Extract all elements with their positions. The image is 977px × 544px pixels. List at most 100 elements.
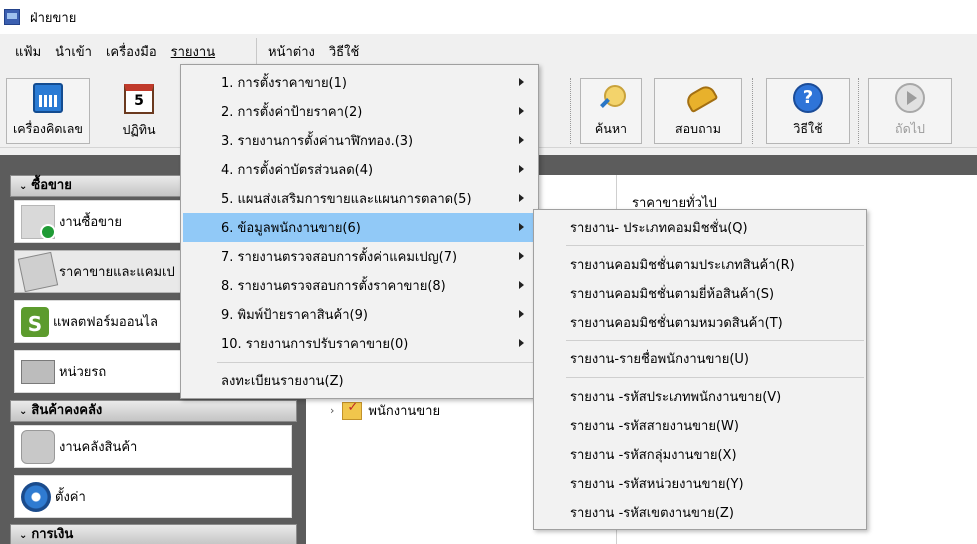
submenu-item-sales-group-code[interactable]: รายงาน -รหัสกลุ่มงานขาย(X) [536, 440, 864, 469]
calculator-button[interactable]: เครื่องคิดเลข [6, 78, 90, 144]
menu-item-price-adjustment[interactable]: 10. รายงานการปรับราคาขาย(0) [183, 329, 536, 358]
collapse-icon: ⌄ [19, 406, 28, 417]
menu-item-label: 7. รายงานตรวจสอบการตั้งค่าแคมเปญ(7) [221, 250, 458, 265]
calendar-label: ปฏิทิน [122, 122, 156, 137]
menu-import[interactable]: นำเข้า [48, 41, 99, 65]
inquiry-label: สอบถาม [675, 121, 721, 136]
menu-separator [566, 245, 864, 246]
collapse-icon: ⌄ [19, 181, 28, 192]
title-bar: ฝ่ายขาย [0, 0, 977, 34]
sidebar-item-label: ราคาขายและแคมเป [59, 265, 175, 280]
submenu-item-commission-type[interactable]: รายงาน- ประเภทคอมมิชชั่น(Q) [536, 213, 864, 242]
menu-item-label: 4. การตั้งค่าบัตรส่วนลด(4) [221, 163, 374, 178]
menu-item-label: 6. ข้อมูลพนักงานขาย(6) [221, 221, 361, 236]
submenu-item-commission-by-category[interactable]: รายงานคอมมิชชั่นตามประเภทสินค้า(R) [536, 250, 864, 279]
submenu-item-salesperson-list[interactable]: รายงาน-รายชื่อพนักงานขาย(U) [536, 344, 864, 373]
menu-item-promotion-plan[interactable]: 5. แผนส่งเสริมการขายและแผนการตลาด(5) [183, 184, 536, 213]
menu-item-print-price-tag[interactable]: 9. พิมพ์ป้ายราคาสินค้า(9) [183, 300, 536, 329]
menu-item-price-audit[interactable]: 8. รายงานตรวจสอบการตั้งราคาขาย(8) [183, 271, 536, 300]
menu-item-label: 5. แผนส่งเสริมการขายและแผนการตลาด(5) [221, 192, 472, 207]
sidebar-item-label: งานคลังสินค้า [59, 440, 138, 455]
submenu-arrow-icon [519, 252, 524, 260]
submenu-item-sales-zone-code[interactable]: รายงาน -รหัสเขตงานขาย(Z) [536, 498, 864, 527]
submenu-arrow-icon [519, 223, 524, 231]
submenu-item-salesperson-type-code[interactable]: รายงาน -รหัสประเภทพนักงานขาย(V) [536, 382, 864, 411]
truck-icon [21, 359, 55, 384]
submenu-item-sales-line-code[interactable]: รายงาน -รหัสสายงานขาย(W) [536, 411, 864, 440]
section-title: ซื้อขาย [31, 178, 72, 193]
calculator-icon [33, 83, 63, 113]
sidebar-item-label: หน่วยรถ [59, 365, 107, 380]
menu-item-label: 2. การตั้งค่าป้ายราคา(2) [221, 105, 363, 120]
menu-item-label: 9. พิมพ์ป้ายราคาสินค้า(9) [221, 308, 368, 323]
folder-check-icon [342, 400, 363, 420]
submenu-arrow-icon [519, 136, 524, 144]
calculator-label: เครื่องคิดเลข [13, 121, 83, 136]
menu-item-salesperson-data[interactable]: 6. ข้อมูลพนักงานขาย(6) [183, 213, 536, 242]
help-icon: ? [793, 83, 823, 113]
submenu-item-label: รายงานคอมมิชชั่นตามยี่ห้อสินค้า(S) [570, 287, 775, 302]
menu-item-label: ลงทะเบียนรายงาน(Z) [221, 374, 344, 389]
menu-bar: แฟ้ม นำเข้า เครื่องมือ รายงาน หน้าต่าง ว… [0, 34, 977, 68]
submenu-item-label: รายงาน -รหัสเขตงานขาย(Z) [570, 506, 734, 521]
submenu-item-commission-by-brand[interactable]: รายงานคอมมิชชั่นตามยี่ห้อสินค้า(S) [536, 279, 864, 308]
tree-node-salesperson[interactable]: › พนักงานขาย [330, 400, 440, 421]
menu-file[interactable]: แฟ้ม [8, 41, 48, 65]
menu-item-label: 8. รายงานตรวจสอบการตั้งราคาขาย(8) [221, 279, 446, 294]
menu-item-price-label[interactable]: 2. การตั้งค่าป้ายราคา(2) [183, 97, 536, 126]
section-title: การเงิน [31, 527, 74, 542]
submenu-item-label: รายงาน -รหัสประเภทพนักงานขาย(V) [570, 390, 782, 405]
search-label: ค้นหา [594, 121, 628, 136]
tree-node-label: พนักงานขาย [368, 404, 441, 419]
search-icon [598, 83, 626, 113]
section-title: สินค้าคงคลัง [31, 403, 103, 418]
expand-icon[interactable]: › [330, 404, 334, 417]
toolbar-separator [858, 78, 859, 144]
next-button[interactable]: ถัดไป [868, 78, 952, 144]
submenu-arrow-icon [519, 310, 524, 318]
submenu-arrow-icon [519, 194, 524, 202]
menu-item-price-setting[interactable]: 1. การตั้งราคาขาย(1) [183, 68, 536, 97]
inquiry-button[interactable]: สอบถาม [654, 78, 742, 144]
section-header-finance[interactable]: ⌄ การเงิน [10, 524, 297, 544]
app-icon [4, 9, 20, 25]
gear-icon [21, 481, 51, 512]
menu-reports[interactable]: รายงาน [164, 41, 222, 65]
sidebar-item-label: งานซื้อขาย [59, 215, 122, 230]
submenu-arrow-icon [519, 339, 524, 347]
toolbar-separator [570, 78, 571, 144]
reports-dropdown: 1. การตั้งราคาขาย(1) 2. การตั้งค่าป้ายรา… [180, 64, 539, 399]
menu-item-label: 10. รายงานการปรับราคาขาย(0) [221, 337, 409, 352]
submenu-arrow-icon [519, 107, 524, 115]
menu-separator [566, 340, 864, 341]
submenu-item-label: รายงาน -รหัสกลุ่มงานขาย(X) [570, 448, 737, 463]
next-label: ถัดไป [895, 121, 925, 136]
submenu-item-label: รายงาน -รหัสหน่วยงานขาย(Y) [570, 477, 744, 492]
menu-separator [566, 377, 864, 378]
submenu-item-commission-by-group[interactable]: รายงานคอมมิชชั่นตามหมวดสินค้า(T) [536, 308, 864, 337]
menu-tools[interactable]: เครื่องมือ [99, 41, 164, 65]
search-button[interactable]: ค้นหา [580, 78, 642, 144]
menu-item-discount-card[interactable]: 4. การตั้งค่าบัตรส่วนลด(4) [183, 155, 536, 184]
menu-item-watch-gold[interactable]: 3. รายงานการตั้งค่านาฬิกทอง.(3) [183, 126, 536, 155]
next-icon [895, 83, 925, 113]
section-header-inventory[interactable]: ⌄ สินค้าคงคลัง [10, 400, 297, 422]
submenu-item-label: รายงาน- ประเภทคอมมิชชั่น(Q) [570, 221, 748, 236]
menu-item-campaign-audit[interactable]: 7. รายงานตรวจสอบการตั้งค่าแคมเปญ(7) [183, 242, 536, 271]
menu-window[interactable]: หน้าต่าง [261, 41, 322, 65]
help-button[interactable]: ? วิธีใช้ [766, 78, 850, 144]
menu-item-label: 3. รายงานการตั้งค่านาฬิกทอง.(3) [221, 134, 414, 149]
submenu-item-label: รายงาน -รหัสสายงานขาย(W) [570, 419, 739, 434]
toolbar-separator [752, 78, 753, 144]
sidebar-item-settings[interactable]: ตั้งค่า [14, 475, 292, 518]
menu-item-register-report[interactable]: ลงทะเบียนรายงาน(Z) [183, 366, 536, 395]
submenu-arrow-icon [519, 165, 524, 173]
menu-help[interactable]: วิธีใช้ [322, 41, 366, 65]
sidebar-item-warehouse[interactable]: งานคลังสินค้า [14, 425, 292, 468]
submenu-item-sales-unit-code[interactable]: รายงาน -รหัสหน่วยงานขาย(Y) [536, 469, 864, 498]
price-tag-icon [17, 251, 59, 292]
submenu-item-label: รายงานคอมมิชชั่นตามประเภทสินค้า(R) [570, 258, 795, 273]
calendar-button[interactable]: 5 ปฏิทิน [112, 78, 166, 144]
menu-separator [217, 362, 535, 363]
shopify-icon: S [21, 306, 49, 337]
